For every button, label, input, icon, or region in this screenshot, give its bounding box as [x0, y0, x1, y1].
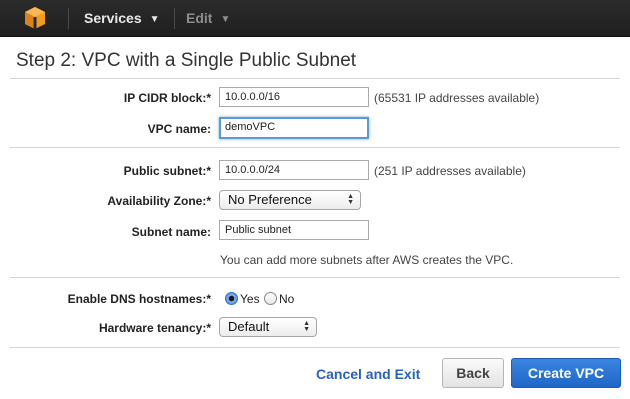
subnet-name-input[interactable]: Public subnet [219, 220, 369, 240]
divider [10, 347, 620, 348]
hardware-tenancy-select[interactable]: Default ▲ ▼ [219, 317, 317, 337]
services-menu-label: Services [84, 10, 142, 26]
divider [10, 78, 620, 79]
services-menu[interactable]: Services ▼ [84, 10, 160, 26]
divider [10, 277, 620, 278]
vpc-name-input[interactable]: demoVPC [219, 117, 369, 139]
page-title: Step 2: VPC with a Single Public Subnet [16, 50, 357, 71]
top-navigation-bar: Services ▼ Edit ▼ [0, 0, 630, 37]
hardware-tenancy-value: Default [228, 319, 270, 334]
dns-no-label[interactable]: No [279, 292, 294, 306]
dns-yes-radio[interactable] [225, 292, 238, 305]
edit-menu[interactable]: Edit ▼ [186, 10, 230, 26]
aws-logo-icon[interactable] [24, 6, 46, 30]
select-arrows-icon: ▲ ▼ [347, 193, 354, 206]
nav-divider [174, 8, 175, 29]
select-arrows-icon: ▲ ▼ [303, 320, 310, 333]
subnet-name-label: Subnet name: [131, 225, 211, 239]
cancel-and-exit-link[interactable]: Cancel and Exit [316, 366, 420, 382]
create-vpc-button[interactable]: Create VPC [511, 358, 621, 388]
ip-cidr-input[interactable]: 10.0.0.0/16 [219, 87, 369, 107]
availability-zone-label: Availability Zone:* [107, 194, 211, 208]
divider [10, 147, 620, 148]
ip-cidr-hint: (65531 IP addresses available) [374, 91, 540, 105]
edit-menu-label: Edit [186, 10, 213, 26]
public-subnet-input[interactable]: 10.0.0.0/24 [219, 160, 369, 180]
dns-no-radio[interactable] [264, 292, 277, 305]
chevron-down-icon: ▼ [220, 14, 231, 25]
nav-divider [68, 8, 69, 29]
dns-hostnames-label: Enable DNS hostnames:* [67, 292, 211, 306]
availability-zone-value: No Preference [228, 192, 312, 207]
availability-zone-select[interactable]: No Preference ▲ ▼ [219, 190, 361, 210]
back-button[interactable]: Back [442, 358, 504, 388]
ip-cidr-label: IP CIDR block:* [123, 91, 211, 105]
subnet-note: You can add more subnets after AWS creat… [220, 253, 514, 267]
hardware-tenancy-label: Hardware tenancy:* [98, 321, 211, 335]
dns-yes-label[interactable]: Yes [240, 292, 260, 306]
public-subnet-label: Public subnet:* [123, 164, 211, 178]
public-subnet-hint: (251 IP addresses available) [374, 164, 526, 178]
chevron-down-icon: ▼ [149, 14, 160, 25]
vpc-name-label: VPC name: [147, 122, 211, 136]
